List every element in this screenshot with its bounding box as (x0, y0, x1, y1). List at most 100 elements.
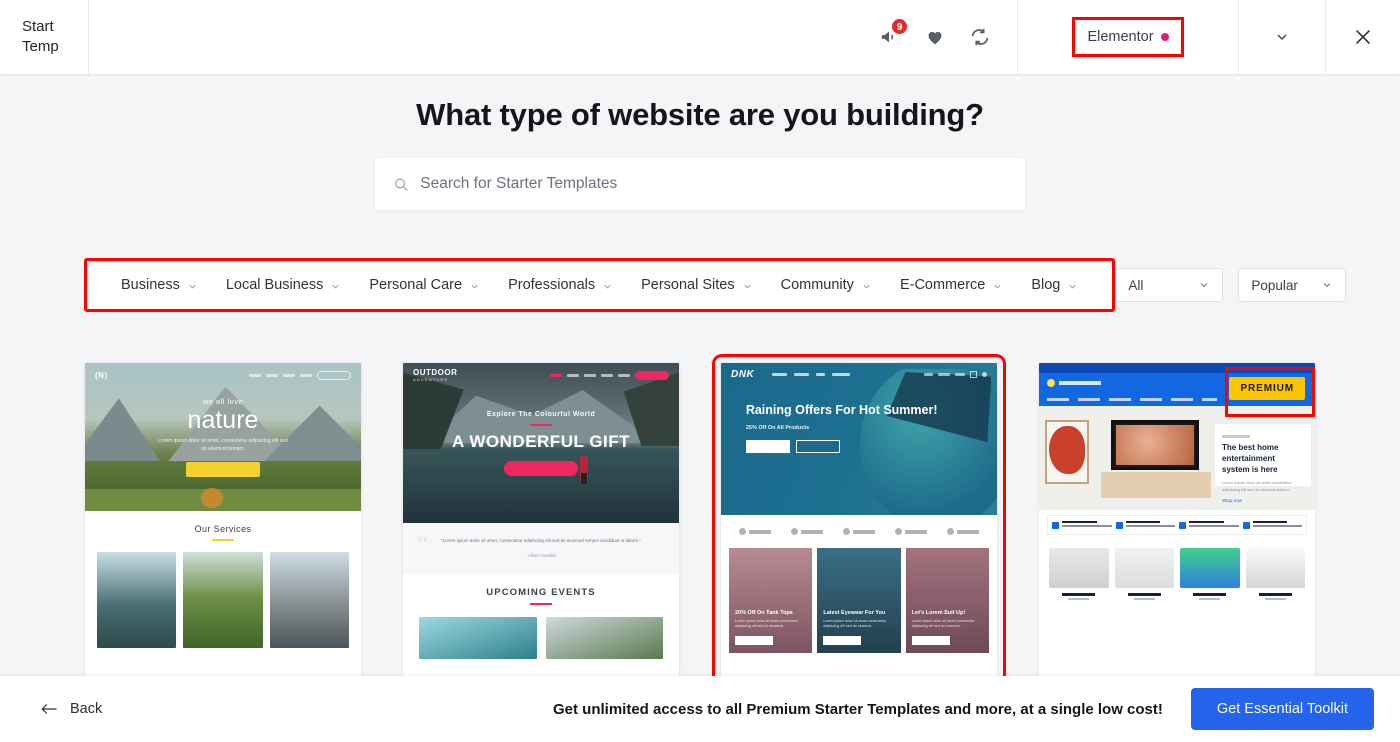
expand-options-button[interactable] (1239, 0, 1325, 74)
builder-selector[interactable]: Elementor (1072, 17, 1184, 57)
hero-subtext: 25% Off On All Products (745, 424, 810, 431)
category-label: Local Business (225, 277, 324, 293)
category-blog[interactable]: Blog (1017, 277, 1092, 293)
category-e-commerce[interactable]: E-Commerce (886, 277, 1017, 293)
account-icon (982, 371, 987, 377)
category-business[interactable]: Business (107, 277, 212, 293)
promo-cta (735, 636, 773, 645)
panel-link: Shop now (1222, 498, 1243, 504)
category-personal-sites[interactable]: Personal Sites (627, 277, 767, 293)
preview-nav: (N) (85, 363, 361, 387)
brand-logo (843, 528, 875, 535)
feature-item (1115, 521, 1175, 529)
category-label: Community (780, 277, 854, 293)
promo-desc: Lorem ipsum dolor sit amet consectetur a… (823, 618, 887, 629)
hero-subtext: Lorem ipsum dolor sit amet, consectetur … (158, 438, 288, 452)
panel-logo (1222, 435, 1250, 438)
category-label: Business (121, 277, 180, 293)
product-item (1245, 548, 1305, 600)
category-personal-care[interactable]: Personal Care (355, 277, 494, 293)
preview-brand-logos (721, 515, 997, 548)
category-local-business[interactable]: Local Business (212, 277, 356, 293)
preview-logo: (N) (95, 370, 108, 380)
preview-feature-row (1047, 515, 1307, 535)
chevron-down-icon (602, 280, 613, 291)
promo-caption: 20% Off On Tank Tops Lorem ipsum dolor s… (735, 610, 806, 645)
search-box[interactable] (375, 158, 1025, 210)
preview-nav-links (249, 370, 351, 380)
section-rule (530, 423, 552, 426)
feature-item (1242, 521, 1302, 529)
page-title: What type of website are you building? (416, 97, 984, 132)
category-label: Blog (1031, 277, 1061, 293)
promo-card: 20% Off On Tank Tops Lorem ipsum dolor s… (729, 548, 813, 653)
hero-cta-button (504, 460, 578, 476)
preview-product-row (1039, 540, 1315, 600)
product-item (1049, 548, 1109, 600)
brand-line-1: Start (22, 18, 54, 36)
builder-label: Elementor (1087, 29, 1154, 45)
category-community[interactable]: Community (767, 277, 886, 293)
preview-logo-text (1059, 381, 1101, 385)
arrow-left-icon (41, 704, 57, 714)
preview-thumbnails (85, 541, 361, 648)
type-filter-dropdown[interactable]: All (1115, 268, 1224, 302)
panel-description: Lorem ipsum dolor sit amet consectetur a… (1222, 480, 1293, 492)
hero-headline: nature (187, 406, 259, 434)
preview-logo: DNK (731, 368, 755, 380)
feature-item (1052, 521, 1112, 529)
search-icon (395, 177, 408, 191)
close-icon (1356, 30, 1370, 44)
website-builder-zone: Elementor (1017, 0, 1239, 74)
thumbnail (97, 552, 177, 648)
back-button[interactable]: Back (40, 701, 102, 717)
chevron-down-icon (1067, 280, 1078, 291)
promo-cta (911, 636, 950, 645)
type-filter-value: All (1128, 277, 1144, 293)
hero-headline: A WONDERFUL GIFT (452, 431, 630, 451)
hero-headline: Raining Offers For Hot Summer! (745, 402, 938, 417)
preview-quote-section: “ "Lorem ipsum dolor sit amet, consectet… (403, 523, 679, 574)
quote-text: "Lorem ipsum dolor sit amet, consectetur… (440, 538, 642, 543)
footer-bar: Back Get unlimited access to all Premium… (0, 676, 1400, 742)
preview-promo-row: 20% Off On Tank Tops Lorem ipsum dolor s… (721, 548, 997, 653)
hero-cta-group (745, 439, 938, 453)
cart-icon (970, 370, 977, 378)
search-input[interactable] (420, 175, 1007, 193)
preview-nav-cta (317, 370, 351, 380)
category-label: Personal Care (369, 277, 463, 293)
hero-eyebrow: Explore The Colourful World (486, 410, 596, 418)
heart-icon[interactable] (924, 26, 946, 48)
brand-logo (791, 528, 823, 535)
quote-author: - Albert Sandler (525, 552, 557, 558)
category-professionals[interactable]: Professionals (494, 277, 627, 293)
promo-desc: Lorem ipsum dolor sit amet consectetur a… (735, 618, 798, 629)
preview-section-title: UPCOMING EVENTS (486, 586, 596, 598)
promo-card: Latest Eyewear For You Lorem ipsum dolor… (817, 548, 901, 653)
preview-hero: OUTDOOR ADVENTURE Explore The Colourful … (403, 363, 679, 523)
footer-promo-text: Get unlimited access to all Premium Star… (552, 700, 1163, 718)
category-label: Personal Sites (641, 277, 735, 293)
promo-title: Latest Eyewear For You (823, 609, 886, 616)
sort-filter-dropdown[interactable]: Popular (1238, 268, 1347, 302)
brand-logo (895, 528, 927, 535)
panel-title: The best home entertainment system is he… (1222, 443, 1279, 474)
feature-item (1179, 521, 1239, 529)
template-preview: OUTDOOR ADVENTURE Explore The Colourful … (403, 363, 679, 659)
search-area (0, 158, 1400, 210)
chevron-down-icon (1277, 34, 1287, 40)
chevron-down-icon (187, 280, 198, 291)
chevron-down-icon (1201, 283, 1208, 288)
filter-row: Business Local Business Personal Care Pr… (0, 252, 1400, 318)
refresh-icon[interactable] (969, 26, 991, 48)
promo-cta (823, 636, 862, 645)
get-essential-toolkit-button[interactable]: Get Essential Toolkit (1190, 688, 1374, 730)
close-button[interactable] (1325, 0, 1400, 74)
header-icon-group: 9 (879, 0, 1017, 74)
preview-hero: DNK Raining Offers For Hot Summer! 25% O… (721, 363, 997, 515)
brand-logo (739, 528, 771, 535)
chevron-down-icon (469, 280, 480, 291)
preview-hero-panel: The best home entertainment system is he… (1215, 424, 1311, 503)
chevron-down-icon (992, 280, 1003, 291)
megaphone-icon[interactable]: 9 (879, 18, 908, 48)
